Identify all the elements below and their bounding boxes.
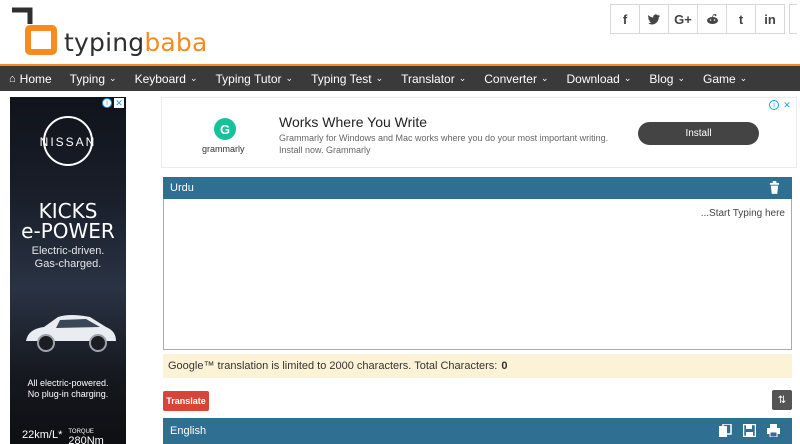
reddit-icon[interactable]: [697, 4, 727, 34]
save-icon[interactable]: [743, 424, 756, 437]
chevron-down-icon: ⌄: [109, 73, 117, 83]
input-placeholder: ...Start Typing here: [700, 208, 785, 219]
nav-typing[interactable]: Typing ⌄: [61, 66, 126, 91]
home-icon: ⌂: [9, 72, 16, 85]
source-language-label: Urdu: [170, 182, 194, 194]
nav-typing-test[interactable]: Typing Test ⌄: [302, 66, 392, 91]
chevron-down-icon: ⌄: [458, 73, 467, 83]
nav-home[interactable]: ⌂ Home: [0, 66, 61, 91]
chevron-down-icon: ⌄: [677, 73, 685, 83]
ad-brand: NISSAN: [39, 135, 97, 149]
grammarly-logo-icon: G: [214, 118, 236, 140]
ad-title[interactable]: Works Where You Write: [279, 114, 427, 130]
ad-choices[interactable]: i ✕: [102, 98, 124, 110]
chevron-down-icon: ⌄: [739, 73, 748, 83]
target-language-label: English: [170, 425, 207, 437]
twitter-icon[interactable]: [639, 4, 669, 34]
ad-close-icon[interactable]: ✕: [782, 100, 792, 110]
trash-icon[interactable]: [769, 181, 780, 194]
top-advertisement[interactable]: i ✕ G grammarly Works Where You Write Gr…: [161, 97, 797, 168]
social-links: f G+ t in: [610, 4, 797, 34]
social-more-edge: [789, 4, 797, 34]
install-button[interactable]: Install: [638, 122, 759, 145]
logo-text: typingbaba: [64, 28, 208, 57]
chevron-down-icon: ⌄: [189, 73, 198, 83]
facebook-icon[interactable]: f: [610, 4, 640, 34]
ad-specs: 22km/L* TORQUE 280Nm: [22, 429, 104, 444]
translate-button[interactable]: Translate: [163, 391, 209, 411]
chevron-down-icon: ⌄: [285, 73, 294, 83]
chevron-down-icon: ⌄: [375, 73, 384, 83]
ad-description: Grammarly for Windows and Mac works wher…: [279, 133, 609, 155]
ad-info-icon[interactable]: i: [102, 98, 112, 108]
nav-download[interactable]: Download ⌄: [557, 66, 640, 91]
chevron-down-icon: ⌄: [623, 73, 632, 83]
side-advertisement[interactable]: i ✕ NISSAN KICKS e-POWER Electric-driven…: [10, 97, 126, 444]
site-header: typingbaba f G+ t in: [0, 0, 800, 64]
site-logo[interactable]: typingbaba: [8, 6, 207, 58]
ad-footer-text: All electric-powered. No plug-in chargin…: [27, 378, 109, 399]
copy-icon[interactable]: [719, 424, 732, 437]
google-plus-icon[interactable]: G+: [668, 4, 698, 34]
nav-typing-tutor[interactable]: Typing Tutor ⌄: [207, 66, 303, 91]
chevron-down-icon: ⌄: [540, 73, 549, 83]
nav-translator[interactable]: Translator ⌄: [392, 66, 475, 91]
nav-blog[interactable]: Blog ⌄: [640, 66, 694, 91]
character-count: 0: [501, 360, 508, 372]
print-icon[interactable]: [767, 424, 780, 437]
nav-game[interactable]: Game ⌄: [694, 66, 756, 91]
source-text-input[interactable]: ...Start Typing here: [163, 199, 792, 350]
ad-close-icon[interactable]: ✕: [114, 98, 124, 108]
linkedin-icon[interactable]: in: [755, 4, 785, 34]
ad-info-icon[interactable]: i: [769, 100, 779, 110]
ad-headline: KICKS e-POWER: [21, 199, 115, 243]
target-language-bar: English: [163, 418, 792, 444]
main-nav: ⌂ Home Typing ⌄ Keyboard ⌄ Typing Tutor ⌄ Ty…: [0, 64, 800, 91]
tumblr-icon[interactable]: t: [726, 4, 756, 34]
nav-keyboard[interactable]: Keyboard ⌄: [126, 66, 207, 91]
character-limit-notice: Google™ translation is limited to 2000 c…: [163, 354, 792, 378]
source-language-bar: Urdu: [163, 177, 792, 199]
ad-tagline: Electric-driven. Gas-charged.: [31, 245, 105, 270]
car-image: [26, 315, 116, 352]
ad-brand: grammarly: [202, 144, 245, 154]
nav-converter[interactable]: Converter ⌄: [475, 66, 557, 91]
ad-choices[interactable]: i ✕: [769, 100, 793, 112]
logo-mark-icon: [12, 7, 57, 55]
swap-languages-icon[interactable]: ⇅: [772, 390, 792, 410]
